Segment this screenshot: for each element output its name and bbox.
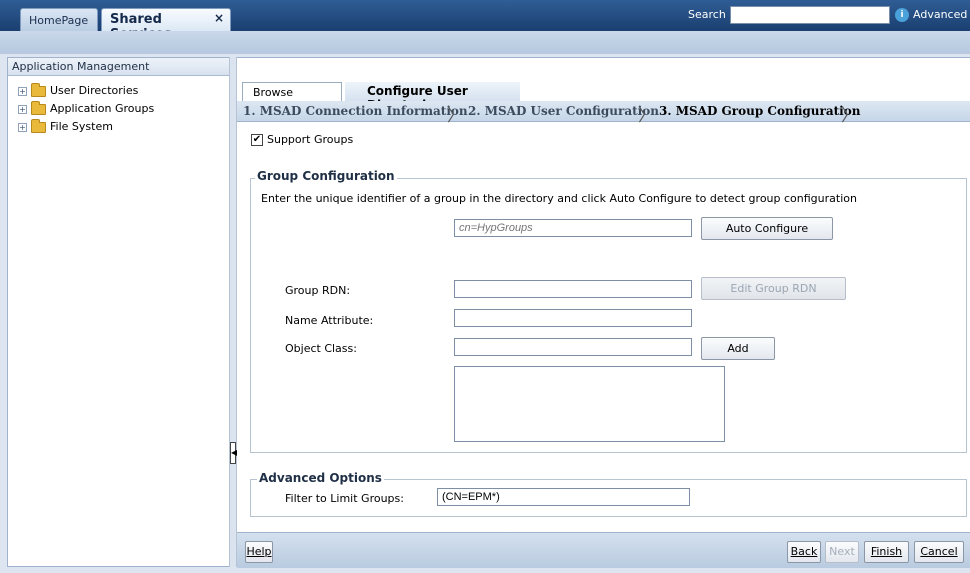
tree-item-application-groups[interactable]: + Application Groups xyxy=(18,100,155,118)
wizard-steps: 1. MSAD Connection Information 〉 2. MSAD… xyxy=(237,101,970,126)
next-button[interactable]: Next xyxy=(825,541,859,563)
folder-icon xyxy=(31,82,46,97)
left-panel: Application Management + User Directories… xyxy=(7,57,230,567)
search-label: Search xyxy=(688,8,726,21)
cancel-button[interactable]: Cancel xyxy=(914,541,964,563)
filter-groups-label: Filter to Limit Groups: xyxy=(285,492,404,505)
support-groups-row[interactable]: ✔ Support Groups xyxy=(251,133,353,146)
help-button[interactable]: Help xyxy=(245,541,273,563)
chevron-right-icon: 〉 xyxy=(638,106,655,126)
step-msad-user-config[interactable]: 2. MSAD User Configuration xyxy=(468,104,659,118)
top-bar: HomePage Shared Services × Search i Adva… xyxy=(0,0,970,42)
edit-group-rdn-button[interactable]: Edit Group RDN xyxy=(701,277,846,300)
inner-tab-strip: Browse Configure User Directories xyxy=(237,58,970,112)
chevron-right-icon: 〉 xyxy=(841,106,858,126)
object-class-label: Object Class: xyxy=(285,342,357,355)
tab-shared-services[interactable]: Shared Services × xyxy=(101,8,231,42)
add-object-class-button[interactable]: Add xyxy=(701,337,775,360)
chevron-right-icon: 〉 xyxy=(447,106,464,126)
advanced-options-legend: Advanced Options xyxy=(257,471,384,485)
group-rdn-input[interactable] xyxy=(454,280,692,298)
folder-icon xyxy=(31,100,46,115)
tab-configure-user-directories[interactable]: Configure User Directories xyxy=(345,82,520,112)
expand-icon[interactable]: + xyxy=(18,122,27,132)
support-groups-checkbox[interactable]: ✔ xyxy=(251,134,263,146)
step-msad-group-config[interactable]: 3. MSAD Group Configuration xyxy=(659,104,860,118)
info-icon[interactable]: i xyxy=(895,8,909,22)
collapse-arrow-icon[interactable]: ◀ xyxy=(230,442,237,464)
expand-icon[interactable]: + xyxy=(18,104,27,114)
name-attribute-input[interactable] xyxy=(454,309,692,327)
left-panel-title: Application Management xyxy=(8,58,229,76)
object-class-input[interactable] xyxy=(454,338,692,356)
footer-bar: Help Back Next Finish Cancel xyxy=(237,532,970,568)
expand-icon[interactable]: + xyxy=(18,86,27,96)
close-icon[interactable]: × xyxy=(214,11,224,25)
finish-button[interactable]: Finish xyxy=(864,541,909,563)
panel-splitter[interactable] xyxy=(229,57,237,567)
step-msad-connection[interactable]: 1. MSAD Connection Information xyxy=(243,104,468,118)
toolbar-band xyxy=(0,31,970,54)
main-panel: Browse Configure User Directories 1. MSA… xyxy=(237,57,970,568)
support-groups-label: Support Groups xyxy=(267,133,354,146)
tree-item-file-system[interactable]: + File System xyxy=(18,118,113,136)
auto-configure-button[interactable]: Auto Configure xyxy=(701,217,833,240)
search-input[interactable] xyxy=(730,6,890,24)
object-class-list[interactable] xyxy=(454,366,725,442)
name-attribute-label: Name Attribute: xyxy=(285,314,374,327)
back-button[interactable]: Back xyxy=(787,541,821,563)
filter-groups-input[interactable] xyxy=(437,488,690,506)
group-config-instructions: Enter the unique identifier of a group i… xyxy=(261,192,857,205)
group-identifier-input[interactable] xyxy=(454,219,692,237)
group-configuration-legend: Group Configuration xyxy=(255,169,397,183)
tab-homepage-label: HomePage xyxy=(29,14,89,27)
folder-icon xyxy=(31,118,46,133)
tree-item-user-directories[interactable]: + User Directories xyxy=(18,82,139,100)
tab-browse[interactable]: Browse xyxy=(242,82,342,101)
group-rdn-label: Group RDN: xyxy=(285,284,351,297)
tree-item-label: File System xyxy=(50,120,113,133)
tab-homepage[interactable]: HomePage xyxy=(20,8,98,31)
tree-item-label: Application Groups xyxy=(50,102,155,115)
tree-item-label: User Directories xyxy=(50,84,139,97)
advanced-search-link[interactable]: Advanced xyxy=(913,8,967,21)
